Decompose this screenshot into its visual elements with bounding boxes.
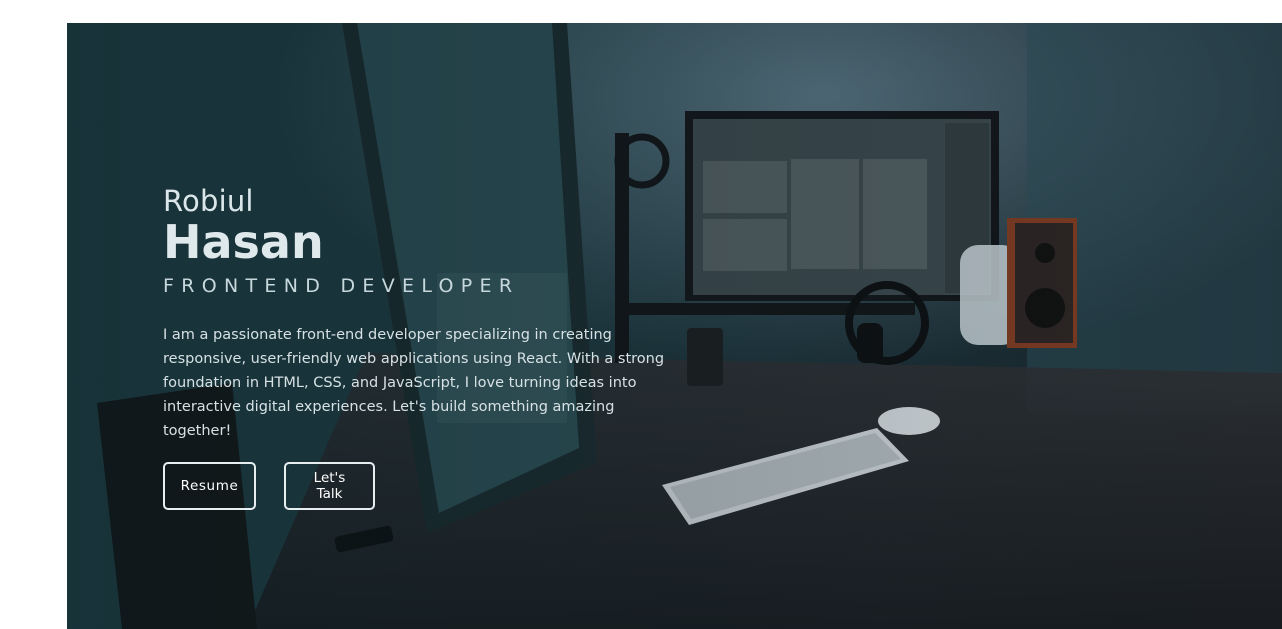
bio-paragraph: I am a passionate front-end developer sp… — [163, 327, 665, 439]
role-title: FRONTEND DEVELOPER — [163, 275, 520, 297]
resume-button[interactable]: Resume — [163, 462, 256, 510]
first-name: Robiul — [163, 184, 254, 218]
hero-section: Robiul Hasan FRONTEND DEVELOPER I am a p… — [67, 23, 1282, 629]
last-name: Hasan — [163, 215, 324, 269]
hero-buttons: Resume Let's Talk — [163, 462, 723, 510]
hero-content: Robiul Hasan FRONTEND DEVELOPER I am a p… — [163, 183, 723, 510]
lets-talk-button[interactable]: Let's Talk — [284, 462, 375, 510]
